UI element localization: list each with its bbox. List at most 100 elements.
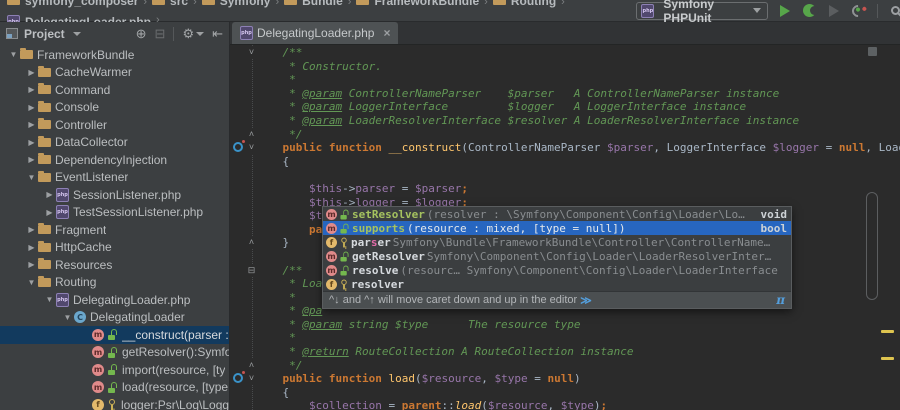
run-with-profiler-button[interactable] [829,5,839,17]
close-icon[interactable]: × [383,26,390,40]
folder-icon [38,278,51,287]
editor-tab-bar: DelegatingLoader.php × [230,22,900,45]
code-line[interactable]: $this->parser = $parser; [256,182,900,196]
tree-arrow-icon[interactable]: ▶ [25,68,38,77]
code-line[interactable]: * @param LoaderResolverInterface $resolv… [256,114,900,128]
tree-item-label: Routing [55,275,96,289]
code-line[interactable]: * @param string $type The resource type [256,318,900,332]
tree-item[interactable]: logger:Psr\Log\Logg [0,396,229,410]
tree-arrow-icon[interactable]: ▶ [25,103,38,112]
tree-item[interactable]: ▼FrameworkBundle [0,46,229,64]
completion-item[interactable]: resolver [323,277,791,291]
code-line[interactable]: * @return RouteCollection A RouteCollect… [256,345,900,359]
breadcrumb-item[interactable]: Routing [493,0,556,8]
fold-marker-down[interactable]: ˅ [245,372,258,385]
completion-item[interactable]: setResolver (resolver : \Symfony\Compone… [323,207,791,221]
tree-arrow-icon[interactable]: ▶ [25,155,38,164]
tree-arrow-icon[interactable]: ▶ [43,190,56,199]
code-line[interactable]: /** [256,46,900,60]
code-line[interactable]: * [256,73,900,87]
tree-arrow-icon[interactable]: ▶ [43,208,56,217]
breadcrumb-item[interactable]: Bundle [284,0,343,8]
tree-arrow-icon[interactable]: ▼ [7,50,20,59]
chevron-down-icon[interactable] [73,32,81,36]
tree-item[interactable]: ▶TestSessionListener.php [0,204,229,222]
tree-item[interactable]: getResolver():Symfon [0,344,229,362]
tree-item[interactable]: ▶Resources [0,256,229,274]
tree-item[interactable]: ▼ DelegatingLoader.php [0,291,229,309]
fold-marker-up[interactable]: ˄ [245,359,258,372]
fold-marker-up[interactable]: ˄ [245,236,258,249]
run-configuration-select[interactable]: Symfony PHPUnit [636,2,768,20]
inspection-status-square[interactable] [868,47,877,56]
code-line[interactable] [256,168,900,182]
tree-arrow-icon[interactable]: ▶ [25,85,38,94]
tree-arrow-icon[interactable]: ▼ [61,313,74,322]
tree-item[interactable]: ▼EventListener [0,169,229,187]
tree-item[interactable]: ▶DependencyInjection [0,151,229,169]
tree-item[interactable]: ▼DelegatingLoader [0,309,229,327]
code-line[interactable]: public function __construct(ControllerNa… [256,141,900,155]
code-line[interactable]: { [256,155,900,169]
completion-item[interactable]: resolve (resourc… Symfony\Component\Conf… [323,263,791,277]
tree-arrow-icon[interactable]: ▼ [43,295,56,304]
search-icon[interactable] [891,6,900,15]
editor-scrollbar-thumb[interactable] [866,192,878,300]
tree-item[interactable]: ▼ Routing [0,274,229,292]
code-line[interactable]: * [256,331,900,345]
tree-arrow-icon[interactable]: ▶ [25,120,38,129]
fold-marker-down[interactable]: ˅ [245,46,258,59]
breadcrumb-item[interactable]: Symfony [202,0,271,8]
warning-stripe-mark[interactable] [881,330,894,333]
code-line[interactable]: $collection = parent::load($resource, $t… [256,399,900,410]
code-line[interactable]: public function load($resource, $type = … [256,372,900,386]
tree-arrow-icon[interactable]: ▼ [25,278,38,287]
hide-panel-icon[interactable]: ⇤ [212,26,223,42]
tree-item[interactable]: ▶ DataCollector [0,134,229,152]
tree-item-label: DataCollector [55,135,128,149]
tree-item[interactable]: ▶SessionListener.php [0,186,229,204]
fold-marker-down[interactable]: ˅ [245,141,258,154]
run-with-coverage-button[interactable] [803,4,816,17]
breadcrumb-item[interactable]: symfony_composer [7,0,138,8]
tree-arrow-icon[interactable]: ▶ [25,225,38,234]
completion-hint-link[interactable]: ≫ [580,294,591,307]
code-line[interactable]: { [256,386,900,400]
completion-item[interactable]: supports (resource : mixed, [type = null… [323,221,791,235]
tree-arrow-icon[interactable]: ▶ [25,138,38,147]
completion-item[interactable]: parser Symfony\Bundle\FrameworkBundle\Co… [323,235,791,249]
tab-delegatingloader[interactable]: DelegatingLoader.php × [232,22,398,44]
collapse-all-icon[interactable]: ⊟ [155,26,166,42]
tree-arrow-icon[interactable]: ▶ [25,243,38,252]
code-line[interactable]: * Constructor. [256,60,900,74]
tree-item[interactable]: __construct(parser : [0,326,229,344]
code-line[interactable]: */ [256,128,900,142]
completion-item[interactable]: getResolver Symfony\Component\Config\Loa… [323,249,791,263]
locate-icon[interactable]: ⊕ [136,26,147,42]
tree-item[interactable]: import(resource, [ty [0,361,229,379]
breadcrumb-item[interactable]: FrameworkBundle [356,0,479,8]
warning-stripe-mark[interactable] [881,357,894,360]
tree-item[interactable]: ▶CacheWarmer [0,64,229,82]
code-line[interactable]: * @param ControllerNameParser $parser A … [256,87,900,101]
tree-item-label: DelegatingLoader.php [73,293,190,307]
fold-marker-box[interactable]: ⊟ [245,264,258,277]
code-line[interactable]: * @param LoggerInterface $logger A Logge… [256,100,900,114]
debug-listener-button[interactable] [850,2,867,19]
tree-item[interactable]: load(resource, [type [0,379,229,397]
fold-marker-up[interactable]: ˄ [245,128,258,141]
code-line[interactable]: */ [256,359,900,373]
tree-item[interactable]: ▶Console [0,99,229,117]
project-panel-title[interactable]: Project [24,27,65,41]
chevron-down-icon [753,8,761,13]
code-editor[interactable]: /** * Constructor. * * @param Controller… [230,45,900,410]
tree-arrow-icon[interactable]: ▶ [25,260,38,269]
settings-gear-icon[interactable]: ⚙ [182,26,204,42]
tree-item[interactable]: ▶Fragment [0,221,229,239]
tree-arrow-icon[interactable]: ▼ [25,173,38,182]
breadcrumb-item[interactable]: src [152,0,188,8]
tree-item[interactable]: ▶Command [0,81,229,99]
run-button[interactable] [780,5,790,17]
tree-item[interactable]: ▶HttpCache [0,239,229,257]
tree-item[interactable]: ▶Controller [0,116,229,134]
